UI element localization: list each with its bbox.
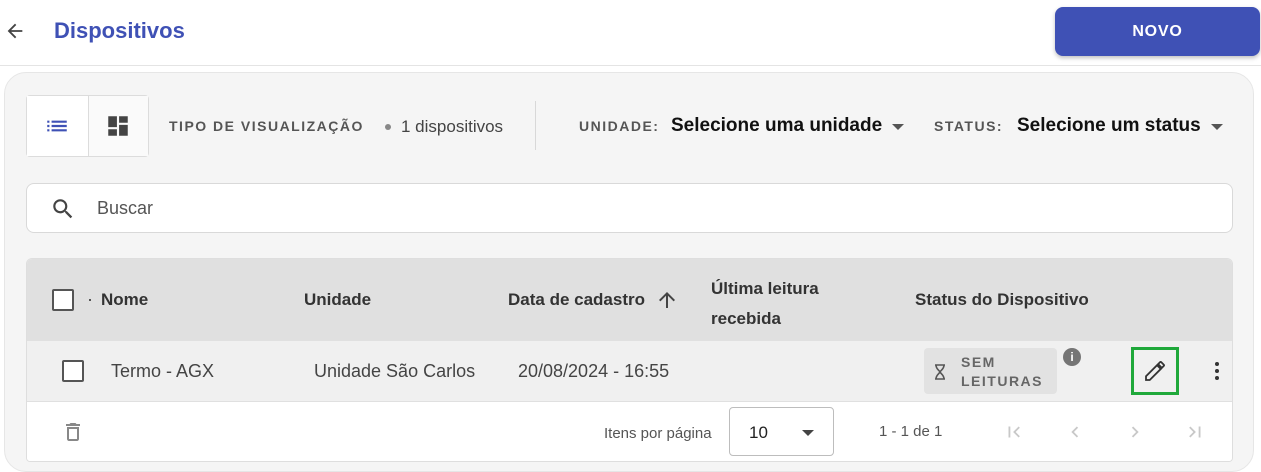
toolbar-divider — [535, 101, 536, 150]
new-device-button[interactable]: NOVO — [1055, 7, 1260, 56]
unit-filter-label: UNIDADE: — [579, 118, 660, 134]
list-view-button[interactable] — [27, 96, 88, 156]
edit-button[interactable] — [1131, 347, 1179, 395]
column-resize-mark — [89, 299, 91, 301]
page-title: Dispositivos — [54, 18, 185, 43]
items-per-page-label: Itens por página — [604, 425, 712, 442]
dashboard-icon — [108, 116, 128, 136]
column-header-unit[interactable]: Unidade — [304, 290, 371, 310]
device-name: Termo - AGX — [111, 361, 215, 381]
separator-dot — [385, 124, 391, 130]
top-bar: Dispositivos NOVO — [0, 0, 1261, 66]
list-view-icon — [47, 120, 67, 132]
sort-ascending-icon[interactable] — [655, 288, 679, 312]
status-filter-select[interactable]: Selecione um status — [1017, 115, 1201, 137]
status-text: SEM LEITURAS — [961, 354, 1043, 389]
items-per-page-value: 10 — [749, 423, 768, 442]
device-registered-date: 20/08/2024 - 16:55 — [518, 361, 670, 381]
table-header: Nome Unidade Data de cadastro Última lei… — [27, 259, 1232, 341]
select-all-checkbox[interactable] — [52, 289, 74, 311]
column-header-last-reading[interactable]: Última leitura recebida — [711, 274, 861, 334]
first-page-icon[interactable] — [1001, 419, 1027, 445]
table-footer: Itens por página 10 1 - 1 de 1 — [27, 402, 1232, 461]
device-count: 1 dispositivos — [401, 117, 504, 136]
last-page-icon[interactable] — [1182, 419, 1208, 445]
row-checkbox[interactable] — [62, 360, 84, 382]
pagination-range: 1 - 1 de 1 — [879, 423, 943, 440]
info-icon[interactable]: i — [1063, 348, 1081, 366]
search-input[interactable] — [97, 184, 1197, 232]
status-badge: SEM LEITURAS — [924, 348, 1057, 394]
unit-filter-select[interactable]: Selecione uma unidade — [671, 115, 882, 137]
items-per-page-dropdown-icon — [802, 430, 814, 436]
search-icon — [53, 199, 73, 219]
back-arrow-icon[interactable] — [2, 18, 28, 44]
more-options-icon[interactable] — [1205, 356, 1229, 386]
column-header-status[interactable]: Status do Dispositivo — [915, 290, 1089, 310]
status-filter-label: STATUS: — [934, 118, 1004, 134]
unit-dropdown-icon[interactable] — [892, 124, 904, 130]
view-type-label: TIPO DE VISUALIZAÇÃO — [169, 118, 364, 134]
device-unit: Unidade São Carlos — [314, 361, 476, 381]
column-header-registered[interactable]: Data de cadastro — [508, 290, 645, 310]
pencil-icon — [1145, 361, 1165, 381]
status-dropdown-icon[interactable] — [1211, 124, 1223, 130]
column-header-name[interactable]: Nome — [101, 290, 148, 310]
table-row[interactable]: Termo - AGX Unidade São Carlos 20/08/202… — [27, 341, 1232, 402]
view-type-toggle — [26, 95, 149, 157]
search-box — [26, 183, 1233, 233]
devices-table: Nome Unidade Data de cadastro Última lei… — [26, 258, 1233, 462]
trash-icon[interactable] — [61, 419, 85, 445]
dashboard-view-button[interactable] — [87, 96, 148, 156]
next-page-icon[interactable] — [1122, 419, 1148, 445]
hourglass-icon — [935, 364, 945, 380]
items-per-page-select[interactable]: 10 — [729, 407, 834, 456]
previous-page-icon[interactable] — [1062, 419, 1088, 445]
